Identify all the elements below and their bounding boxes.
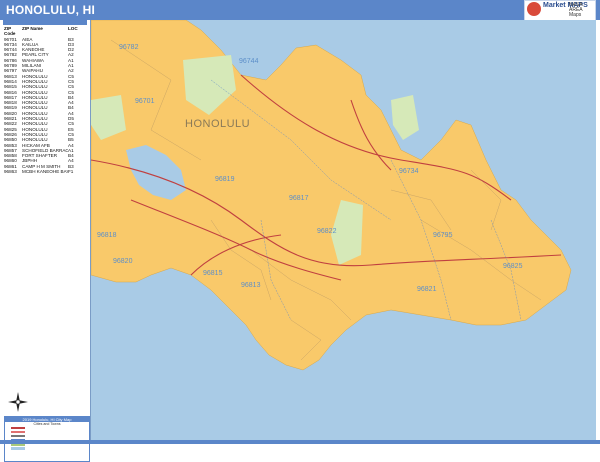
zip-label: 96795	[433, 232, 453, 239]
footer-bar	[0, 440, 600, 444]
header-bar: HONOLULU, HI Market MAPS NASA AREA Maps	[0, 0, 600, 21]
brand-logo[interactable]: Market MAPS NASA AREA Maps	[524, 0, 596, 21]
col-zip-code: ZIP Code	[4, 26, 16, 37]
zip-label: 96819	[215, 176, 235, 183]
map-svg[interactable]	[91, 20, 596, 440]
zip-label: 96734	[399, 168, 419, 175]
zip-label: 96817	[289, 195, 309, 202]
zip-label: 96815	[203, 270, 223, 277]
zip-name: MCBH KANEOHE BAY	[22, 169, 68, 175]
zip-label: 96821	[417, 286, 437, 293]
zip-index-panel: ZIP Code ZIP Name LOC 96701 AIEA B3 96734 KA…	[0, 20, 90, 462]
map-legend: 2019 Honolulu, HI City Map Cities and To…	[4, 416, 90, 462]
zip-index-row: 96863 MCBH KANEOHE BAY F1	[4, 169, 86, 174]
legend-row-water	[5, 446, 89, 450]
logo-seal-icon	[527, 2, 541, 16]
zip-code: 96863	[4, 169, 17, 175]
zip-label: 96701	[135, 98, 155, 105]
zip-label: 96782	[119, 44, 139, 51]
zip-label: 96822	[317, 228, 337, 235]
zip-index-table: ZIP Code ZIP Name LOC 96701 AIEA B3 96734 KA…	[4, 26, 86, 174]
zip-label: 96820	[113, 258, 133, 265]
map-title: HONOLULU, HI	[6, 3, 96, 17]
logo-sub: NASA AREA Maps	[569, 2, 583, 18]
zip-label: 96818	[97, 232, 117, 239]
col-zip-name: ZIP Name	[22, 26, 43, 31]
col-loc: LOC	[68, 26, 78, 31]
zip-label: 96744	[239, 58, 259, 65]
zip-index-header-bar	[3, 20, 87, 25]
compass-rose-icon	[8, 392, 28, 412]
zip-index-header: ZIP Code ZIP Name LOC	[4, 26, 86, 37]
zip-loc: F1	[68, 169, 74, 175]
zip-label: 96813	[241, 282, 261, 289]
map-canvas[interactable]: HONOLULU 96782 96744 96701 96819 96817 96734 9…	[90, 20, 596, 440]
zip-label: 96825	[503, 263, 523, 270]
city-label-honolulu: HONOLULU	[185, 118, 251, 130]
